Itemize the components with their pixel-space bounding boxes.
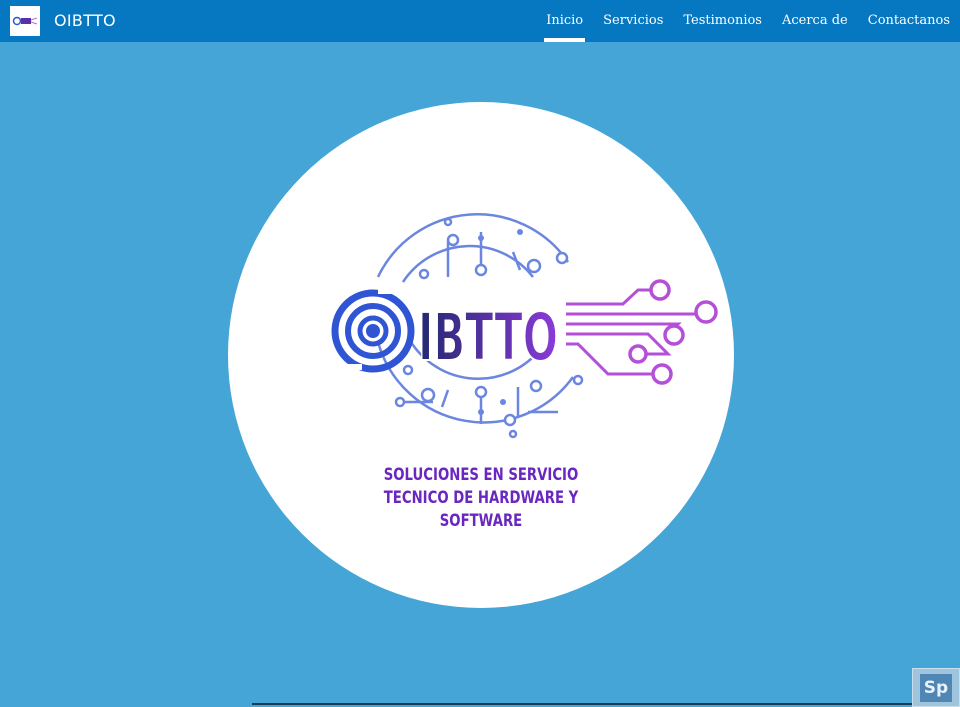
nav-inicio[interactable]: Inicio xyxy=(536,0,593,42)
main-nav: Inicio Servicios Testimonios Acerca de C… xyxy=(536,0,960,42)
nav-contactanos[interactable]: Contactanos xyxy=(858,0,960,42)
sp-badge-icon[interactable]: Sp xyxy=(912,668,960,707)
oibtto-logo-icon[interactable] xyxy=(10,6,40,36)
brand-name[interactable]: OIBTTO xyxy=(54,11,116,30)
nav-servicios[interactable]: Servicios xyxy=(593,0,673,42)
top-navbar: OIBTTO Inicio Servicios Testimonios Acer… xyxy=(0,0,960,42)
sp-badge-label: Sp xyxy=(920,673,952,702)
logo-wordmark: IBTTO xyxy=(418,299,558,376)
tagline-line-3: SOFTWARE xyxy=(439,511,523,531)
hero-logo-circle: IBTTO SOLUCIONES EN SERVICIO TECNICO DE … xyxy=(228,102,734,608)
tagline-line-2: TECNICO DE HARDWARE Y xyxy=(383,488,579,508)
hero-tagline: SOLUCIONES EN SERVICIO TECNICO DE HARDWA… xyxy=(284,464,679,533)
nav-testimonios[interactable]: Testimonios xyxy=(673,0,772,42)
nav-acerca-de[interactable]: Acerca de xyxy=(772,0,858,42)
tagline-line-1: SOLUCIONES EN SERVICIO xyxy=(383,465,579,485)
